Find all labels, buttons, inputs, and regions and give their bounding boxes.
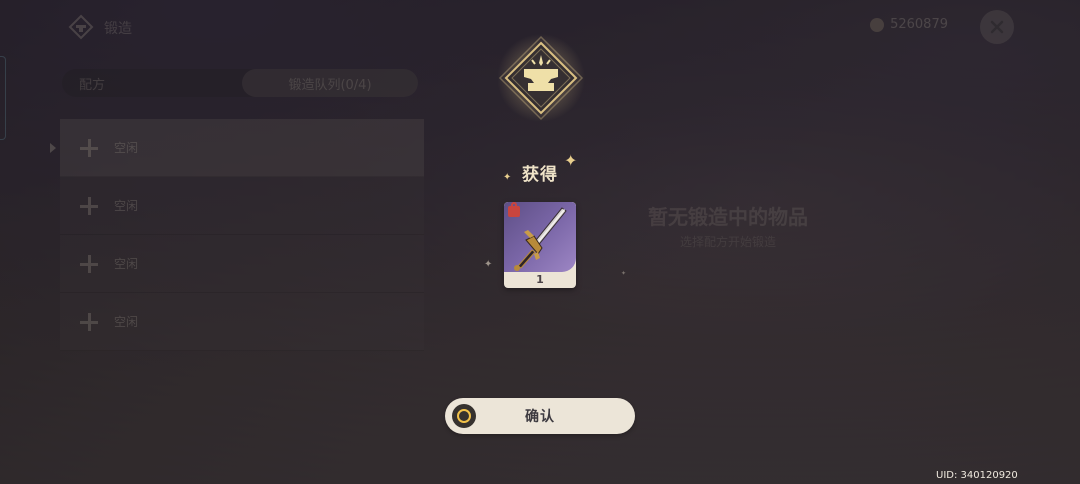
item-count: 1 [536,273,544,286]
sparkle-icon: ✦ [564,151,578,170]
sparkle-icon: ✦ [484,259,493,270]
confirm-button[interactable]: 确认 [445,398,635,434]
item-art [504,202,576,272]
sparkle-icon: ✦ [503,172,512,183]
forge-anvil-emblem-icon [497,34,585,122]
lock-icon [508,202,520,217]
confirm-circle-icon [452,404,476,428]
reward-item-card[interactable]: 1 [504,202,576,288]
confirm-button-label: 确认 [525,409,555,425]
player-uid: UID: 340120920 [936,470,1018,481]
sparkle-icon: ✦ [621,270,627,277]
